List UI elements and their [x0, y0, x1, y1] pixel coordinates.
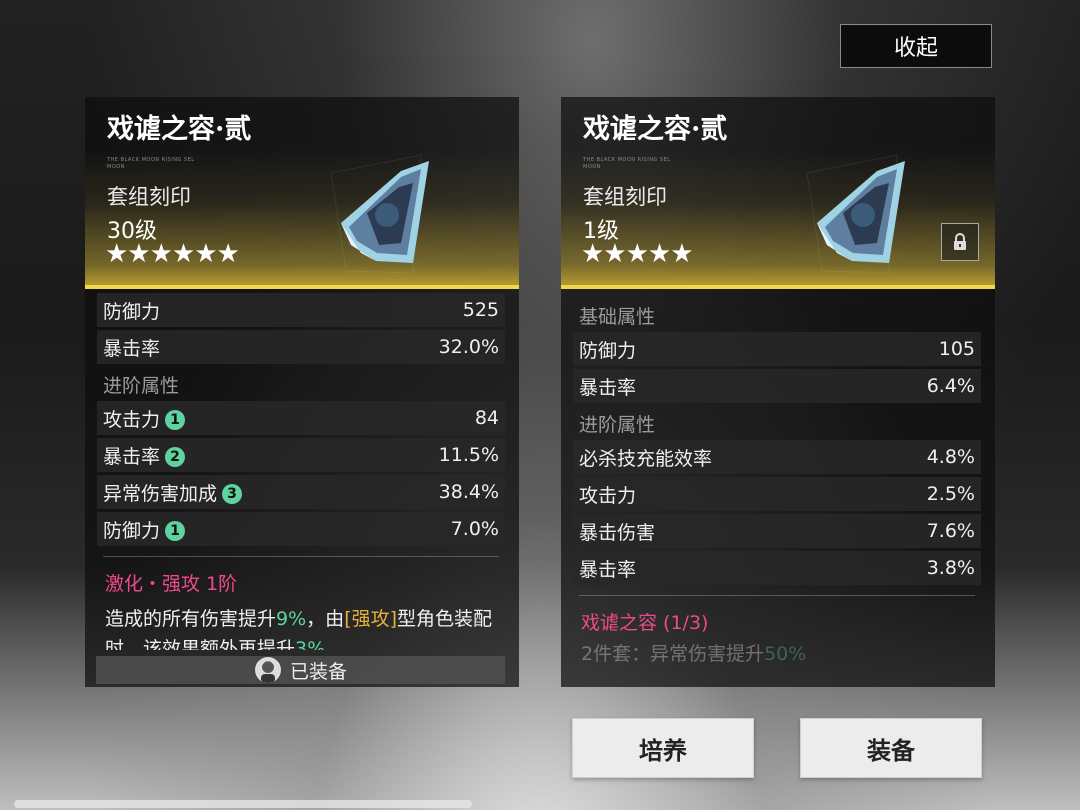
compare-engraving-card: 戏谑之容·贰 THE BLACK MOON RISING SEL MOON 套组… [561, 97, 995, 687]
stat-row: 防御力 105 [573, 332, 981, 366]
card-header: 戏谑之容·贰 THE BLACK MOON RISING SEL MOON 套组… [85, 97, 519, 290]
stat-name: 异常伤害加成 [103, 482, 218, 505]
stat-name: 暴击率 [579, 558, 637, 581]
set-bonus-text: 2件套：异常伤害提升 [581, 643, 765, 665]
stat-row: 防御力 525 [97, 293, 505, 327]
stat-row: 暴击率 3.8% [573, 551, 981, 585]
rarity-stars: ★★★★★ [581, 239, 694, 269]
effect-text: ，由 [306, 608, 345, 630]
stat-value: 7.6% [926, 520, 975, 542]
effect-value: 9% [276, 608, 307, 630]
stat-value: 3.8% [926, 557, 975, 579]
stat-row: 异常伤害加成 3 38.4% [97, 475, 505, 509]
stat-value: 7.0% [450, 518, 499, 540]
set-name: 戏谑之容 (1/3) [581, 612, 709, 634]
collapse-button[interactable]: 收起 [840, 24, 992, 68]
stat-value: 11.5% [438, 444, 499, 466]
stat-row: 暴击率 2 11.5% [97, 438, 505, 472]
base-stats: 基础属性 防御力 105 暴击率 6.4% 进阶属性 必杀技充能效率 4.8% … [573, 298, 981, 673]
stat-value: 6.4% [926, 375, 975, 397]
horizontal-scrollbar[interactable] [14, 800, 472, 808]
stat-value: 38.4% [438, 481, 499, 503]
equipped-label: 已装备 [289, 660, 347, 683]
card-header: 戏谑之容·贰 THE BLACK MOON RISING SEL MOON 套组… [561, 97, 995, 290]
effect-value: 3% [295, 638, 326, 650]
avatar-icon [260, 661, 275, 683]
effect-text: 型角色装 [397, 608, 474, 630]
equipped-status-bar: 已装备 [96, 656, 505, 684]
rarity-stars: ★★★★★★ [105, 239, 240, 269]
equipped-engraving-card: 戏谑之容·贰 THE BLACK MOON RISING SEL MOON 套组… [85, 97, 519, 687]
advanced-stats-label: 进阶属性 [579, 413, 656, 436]
stat-row: 暴击率 6.4% [573, 369, 981, 403]
upgrade-count-badge: 3 [222, 484, 243, 504]
engraving-crystal-icon [806, 154, 905, 273]
base-stats: 防御力 525 暴击率 32.0% 进阶属性 攻击力 1 84 暴击率 2 11.5… [97, 293, 505, 650]
stat-row: 暴击率 32.0% [97, 330, 505, 364]
stat-name: 攻击力 [579, 484, 637, 507]
character-avatar [253, 656, 282, 684]
stat-row: 攻击力 2.5% [573, 477, 981, 511]
stat-value: 105 [938, 338, 975, 360]
effect-role-tag: [强攻] [344, 608, 398, 630]
stat-value: 525 [462, 299, 499, 321]
stat-name: 防御力 [579, 339, 637, 362]
stat-value: 32.0% [438, 336, 499, 358]
stat-name: 暴击率 [103, 337, 161, 360]
set-subtitle: THE BLACK MOON RISING SEL MOON [583, 157, 671, 170]
engraving-crystal-icon [330, 154, 429, 273]
base-stats-label: 基础属性 [579, 305, 656, 328]
stat-name: 防御力 [103, 300, 161, 323]
set-effect-description: 造成的所有伤害提升9%，由[强攻]型角色装配时，该效果额外再提升3% [97, 596, 505, 650]
stat-row: 防御力 1 7.0% [97, 512, 505, 546]
upgrade-count-badge: 1 [165, 521, 186, 541]
set-subtitle: THE BLACK MOON RISING SEL MOON [107, 157, 195, 170]
stat-name: 必杀技充能效率 [579, 447, 713, 470]
stat-name: 暴击伤害 [579, 521, 656, 544]
set-type-label: 套组刻印 [107, 185, 191, 209]
set-type-label: 套组刻印 [583, 185, 667, 209]
advanced-stats-label: 进阶属性 [103, 374, 180, 397]
divider [103, 556, 499, 557]
stat-name: 暴击率 [579, 376, 637, 399]
stat-name: 暴击率 [103, 445, 161, 468]
lock-icon [954, 233, 966, 250]
stat-row: 暴击伤害 7.6% [573, 514, 981, 548]
upgrade-count-badge: 1 [165, 410, 186, 430]
lock-toggle-icon[interactable] [941, 223, 979, 261]
equip-button[interactable]: 装备 [800, 718, 982, 778]
stat-value: 2.5% [926, 483, 975, 505]
upgrade-count-badge: 2 [165, 447, 186, 467]
stat-row: 必杀技充能效率 4.8% [573, 440, 981, 474]
stat-value: 84 [474, 407, 499, 429]
set-bonus-description: 2件套：异常伤害提升50% [573, 635, 981, 673]
train-button[interactable]: 培养 [572, 718, 754, 778]
stat-value: 4.8% [926, 446, 975, 468]
set-bonus-value: 50% [764, 643, 807, 665]
card-title: 戏谑之容·贰 [583, 114, 728, 145]
set-effect-title: 激化・强攻 1阶 [105, 573, 238, 595]
stat-name: 防御力 [103, 519, 161, 542]
effect-text: 造成的所有伤害提升 [105, 608, 277, 630]
card-title: 戏谑之容·贰 [107, 114, 252, 145]
stat-name: 攻击力 [103, 408, 161, 431]
divider [579, 595, 975, 596]
stat-row: 攻击力 1 84 [97, 401, 505, 435]
